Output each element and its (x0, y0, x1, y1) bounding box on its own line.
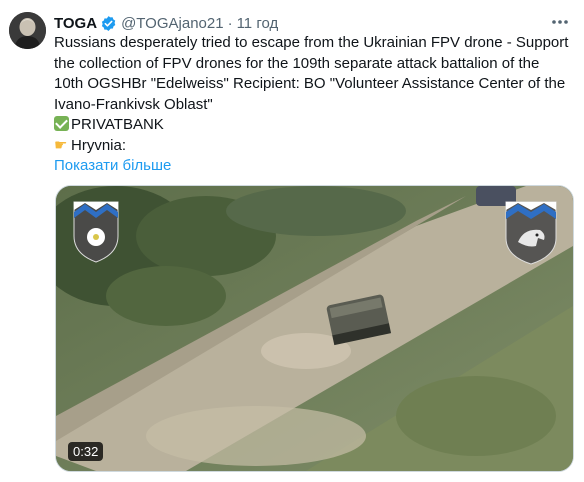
video-duration: 0:32 (68, 442, 104, 461)
author-handle[interactable]: @TOGAjano21 (121, 15, 224, 32)
video-thumbnail (56, 186, 573, 471)
show-more-link[interactable]: Показати більше (54, 156, 570, 177)
currency-line: ☛ Hryvnia: (54, 136, 570, 157)
tweet-text: Russians desperately tried to escape fro… (54, 33, 570, 177)
currency-label: Hryvnia: (71, 136, 127, 154)
tweet-text-line: the collection of FPV drones for the 109… (54, 54, 540, 72)
check-mark-emoji (54, 116, 69, 131)
author-name[interactable]: TOGA (54, 15, 97, 32)
tweet-text-line: Ivano-Frankivsk Oblast" (54, 95, 213, 113)
separator-dot: · (227, 14, 233, 32)
bank-label: PRIVATBANK (71, 116, 164, 133)
tweet-timestamp[interactable]: 11 год (237, 15, 279, 32)
bank-line: PRIVATBANK (54, 115, 570, 136)
verified-badge-icon (100, 15, 117, 32)
tweet-text-line: Russians desperately tried to escape fro… (54, 34, 569, 51)
more-options-icon[interactable] (548, 12, 572, 32)
pointing-hand-emoji: ☛ (54, 136, 68, 154)
video-player[interactable]: 0:32 (55, 185, 574, 472)
tweet-header: TOGA @TOGAjano21 · 11 год (54, 13, 278, 33)
tweet-text-line: 10th OGSHBr "Edelweiss" Recipient: BO "V… (54, 75, 566, 92)
avatar[interactable] (9, 12, 46, 49)
tweet-card[interactable]: TOGA @TOGAjano21 · 11 год Russians despe… (0, 0, 584, 482)
